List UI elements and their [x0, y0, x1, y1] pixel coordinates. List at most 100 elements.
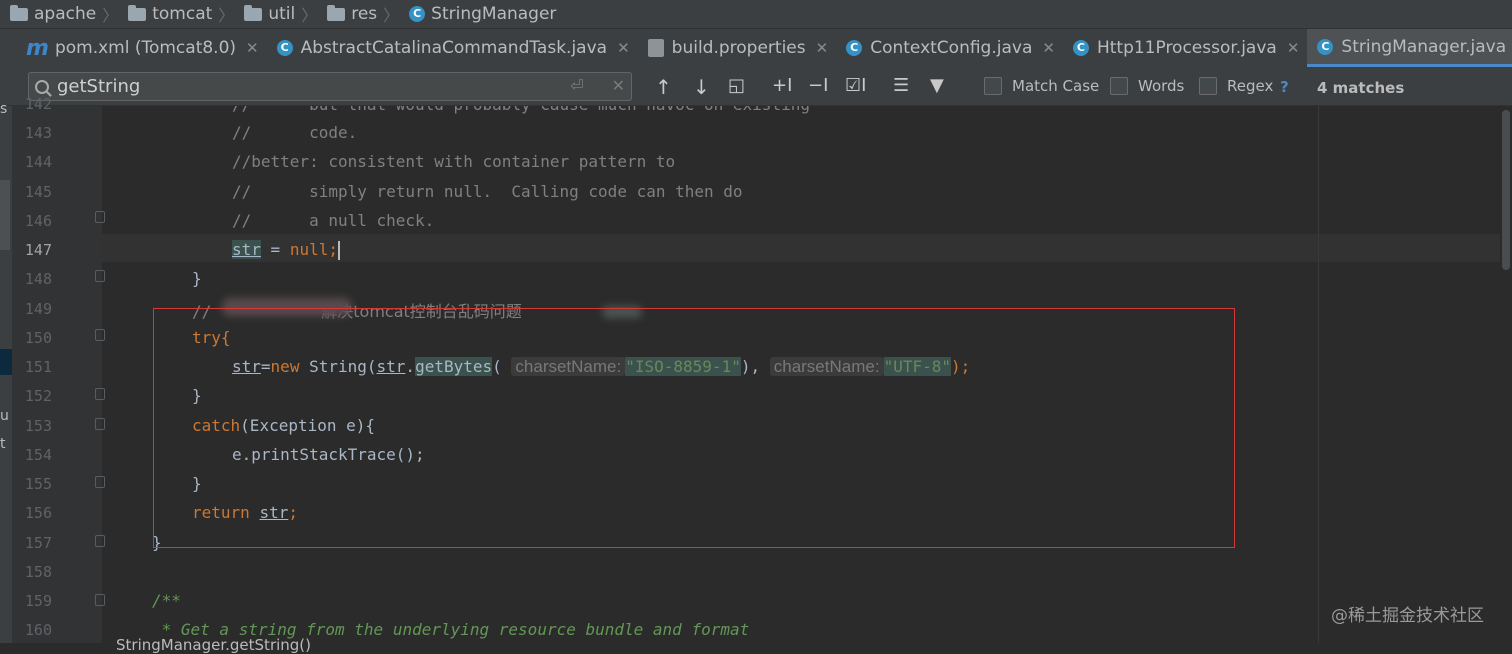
class-icon: C [1072, 40, 1089, 56]
tool-window-label: s [0, 101, 8, 117]
regex-label: Regex [1227, 77, 1274, 95]
filter-lines-icon[interactable]: ☰ [893, 75, 909, 96]
regex-checkbox[interactable]: Regex [1199, 77, 1273, 95]
tab-build-properties[interactable]: build.properties ✕ [638, 29, 837, 67]
code-token: str [232, 240, 261, 259]
line-number: 159 [24, 592, 52, 610]
line-number: 142 [24, 95, 52, 113]
editor-tabs: m pom.xml (Tomcat8.0) ✕ C AbstractCatali… [0, 28, 1512, 67]
folder-icon [128, 4, 147, 21]
tab-label: build.properties [671, 38, 806, 58]
clear-icon[interactable]: ✕ [612, 76, 625, 95]
words-label: Words [1138, 77, 1185, 95]
breadcrumb-item-apache[interactable]: apache [0, 4, 102, 24]
folder-icon [10, 4, 28, 21]
next-occurrence-icon[interactable]: ↓ [693, 75, 710, 99]
class-icon: C [1317, 38, 1334, 55]
words-checkbox[interactable]: Words [1110, 77, 1184, 95]
checkbox-box[interactable] [984, 77, 1002, 95]
breadcrumb-label: res [351, 4, 378, 24]
breadcrumb: apache 〉 tomcat 〉 util 〉 res 〉 C StringMa… [0, 0, 1512, 28]
text-caret [337, 241, 340, 260]
search-icon [35, 79, 49, 94]
properties-icon [647, 39, 664, 57]
watermark: @稀土掘金技术社区 [1331, 606, 1484, 626]
close-icon[interactable]: ✕ [816, 39, 829, 57]
chevron-right-icon: 〉 [218, 6, 235, 25]
class-icon: C [846, 40, 863, 56]
tab-http11-processor[interactable]: C Http11Processor.java ✕ [1063, 29, 1307, 67]
line-number: 158 [24, 563, 52, 581]
code-line-146: // a null check. [232, 211, 435, 230]
select-all-icon[interactable]: ◱ [728, 75, 745, 96]
newline-icon[interactable]: ⏎ [570, 76, 583, 95]
breadcrumb-item-res[interactable]: res [317, 4, 383, 24]
filter-icon[interactable]: ▼ [930, 75, 944, 96]
tab-pom-xml[interactable]: m pom.xml (Tomcat8.0) ✕ [0, 29, 267, 67]
breadcrumb-item-stringmanager[interactable]: C StringManager [399, 4, 562, 24]
tab-context-config[interactable]: C ContextConfig.java ✕ [836, 29, 1063, 67]
highlight-annotation-box [153, 308, 1235, 548]
line-number: 148 [24, 270, 52, 288]
breadcrumb-item-util[interactable]: util [234, 4, 301, 24]
line-number: 152 [24, 387, 52, 405]
tool-window-strip-thumb [0, 180, 10, 250]
search-input-actions: ⏎ ✕ [570, 76, 625, 95]
tool-window-strip-selection [0, 349, 12, 375]
line-number: 150 [24, 329, 52, 347]
close-icon[interactable]: ✕ [617, 39, 630, 57]
tab-string-manager[interactable]: C StringManager.java ✕ [1307, 29, 1512, 67]
checkbox-box[interactable] [1110, 77, 1128, 95]
checkbox-box[interactable] [1199, 77, 1217, 95]
chevron-right-icon: 〉 [383, 6, 400, 25]
match-count: 4 matches [1317, 79, 1405, 97]
search-query[interactable]: getString [57, 76, 140, 97]
select-all-occurrences-icon[interactable]: ☑I [845, 75, 866, 96]
line-number: 153 [24, 417, 52, 435]
code-token: = [260, 240, 290, 259]
chevron-right-icon: 〉 [301, 6, 318, 25]
right-margin-guide [1318, 106, 1319, 643]
code-line-159: /** [152, 591, 181, 610]
code-line-144: //better: consistent with container patt… [232, 152, 676, 171]
tab-label: AbstractCatalinaCommandTask.java [300, 38, 608, 58]
close-icon[interactable]: ✕ [1042, 39, 1055, 57]
add-occurrence-icon[interactable]: +I [772, 75, 792, 96]
class-icon: C [276, 40, 293, 56]
line-number-current: 147 [24, 241, 52, 259]
folder-icon [244, 4, 263, 21]
scrollbar-thumb[interactable] [1502, 110, 1510, 270]
close-icon[interactable]: ✕ [1287, 39, 1300, 57]
tab-label: Http11Processor.java [1096, 38, 1277, 58]
line-number: 145 [24, 183, 52, 201]
line-number: 155 [24, 475, 52, 493]
line-number: 154 [24, 446, 52, 464]
search-input[interactable]: getString ⏎ ✕ [28, 72, 632, 101]
breadcrumb-label: util [268, 4, 296, 24]
tab-label: pom.xml (Tomcat8.0) [54, 38, 237, 58]
line-number: 146 [24, 212, 52, 230]
chevron-right-icon: 〉 [102, 6, 119, 25]
match-case-label: Match Case [1012, 77, 1100, 95]
tab-abstract-catalina[interactable]: C AbstractCatalinaCommandTask.java ✕ [267, 29, 638, 67]
breadcrumb-label: tomcat [152, 4, 213, 24]
folder-icon [327, 4, 346, 21]
tab-label: StringManager.java [1341, 36, 1507, 57]
class-icon: C [409, 6, 426, 22]
remove-occurrence-icon[interactable]: −I [808, 75, 828, 96]
line-number: 151 [24, 358, 52, 376]
line-number: 143 [24, 124, 52, 142]
code-line-148: } [192, 269, 202, 288]
breadcrumb-item-tomcat[interactable]: tomcat [118, 4, 218, 24]
line-number: 157 [24, 534, 52, 552]
regex-help-icon[interactable]: ? [1280, 78, 1289, 96]
close-icon[interactable]: ✕ [246, 39, 259, 57]
editor-breadcrumb-footer: StringManager.getString() [116, 636, 312, 654]
previous-occurrence-icon[interactable]: ↑ [655, 75, 672, 99]
line-number: 160 [24, 621, 52, 639]
code-line-142: // but that would probably cause much ha… [232, 106, 810, 114]
match-case-checkbox[interactable]: Match Case [984, 77, 1099, 95]
code-line-145: // simply return null. Calling code can … [232, 182, 743, 201]
line-number: 156 [24, 504, 52, 522]
tool-window-label: u [0, 408, 9, 424]
